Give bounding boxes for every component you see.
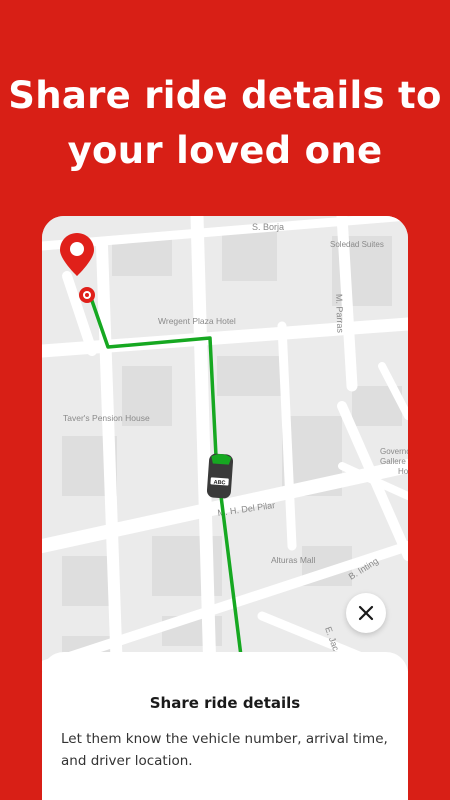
- place-label: Wregent Plaza Hotel: [158, 316, 236, 326]
- place-label: Gallere: [380, 457, 406, 466]
- promo-headline: Share ride details to your loved one: [0, 68, 450, 178]
- sheet-description: Let them know the vehicle number, arriva…: [61, 731, 388, 769]
- place-label: Ho: [398, 467, 408, 476]
- headline-line-2: your loved one: [67, 129, 383, 172]
- vehicle-plate: ABC: [213, 480, 225, 487]
- sheet-title: Share ride details: [149, 694, 301, 712]
- place-label: Alturas Mall: [271, 555, 316, 565]
- place-label: Taver's Pension House: [63, 413, 150, 423]
- close-button[interactable]: [346, 593, 386, 633]
- close-icon: [358, 605, 374, 621]
- bottom-sheet: Share ride details Let them know the veh…: [42, 652, 408, 800]
- phone-screen: S. Borja Soledad Suites M. Parras Wregen…: [42, 216, 408, 800]
- street-label: M. Parras: [334, 294, 345, 334]
- place-label: Soledad Suites: [330, 240, 384, 249]
- place-label: Governo: [380, 447, 408, 456]
- street-label: S. Borja: [252, 222, 284, 232]
- car-icon: ABC: [206, 453, 234, 499]
- headline-line-1: Share ride details to: [8, 74, 442, 117]
